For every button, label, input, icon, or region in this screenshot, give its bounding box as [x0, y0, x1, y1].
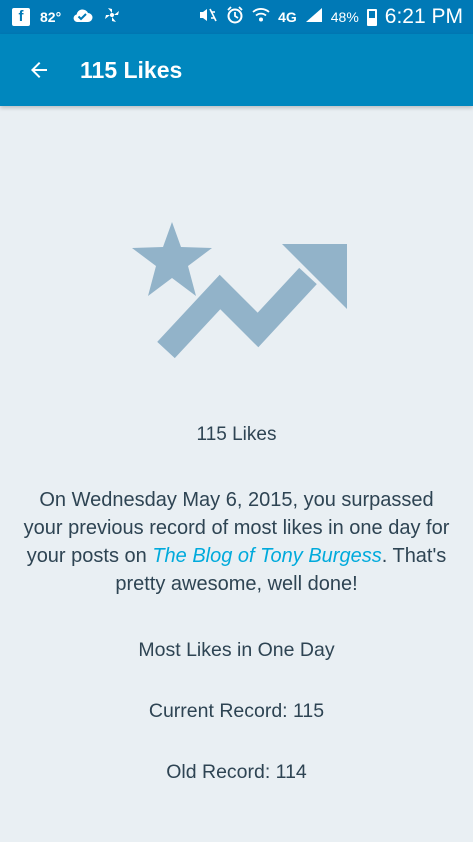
back-button[interactable] [22, 53, 56, 87]
status-bar: f 82° 4G 48% 6:21 PM [0, 0, 473, 34]
blog-link[interactable]: The Blog of Tony Burgess [152, 545, 381, 567]
mute-icon [198, 7, 218, 27]
likes-count-title: 115 Likes [196, 424, 277, 445]
alarm-icon [226, 6, 244, 28]
facebook-icon: f [12, 8, 30, 26]
network-type-text: 4G [278, 9, 297, 25]
battery-percent-text: 48% [330, 9, 359, 25]
wifi-icon [252, 7, 270, 27]
section-heading: Most Likes in One Day [138, 639, 335, 661]
star-trend-up-icon [130, 220, 350, 365]
pinwheel-icon [103, 6, 121, 28]
temperature-text: 82° [40, 9, 62, 25]
app-bar: 115 Likes [0, 34, 473, 106]
cloud-check-icon [71, 7, 93, 27]
arrow-left-icon [31, 62, 47, 78]
record-description: On Wednesday May 6, 2015, you surpassed … [22, 486, 451, 598]
current-record: Current Record: 115 [148, 700, 325, 722]
old-record: Old Record: 114 [166, 761, 307, 783]
clock-text: 6:21 PM [384, 5, 463, 28]
content: 115 Likes On Wednesday May 6, 2015, you … [0, 420, 473, 786]
page-title: 115 Likes [80, 56, 183, 83]
signal-icon [305, 7, 323, 27]
battery-icon [366, 8, 377, 26]
